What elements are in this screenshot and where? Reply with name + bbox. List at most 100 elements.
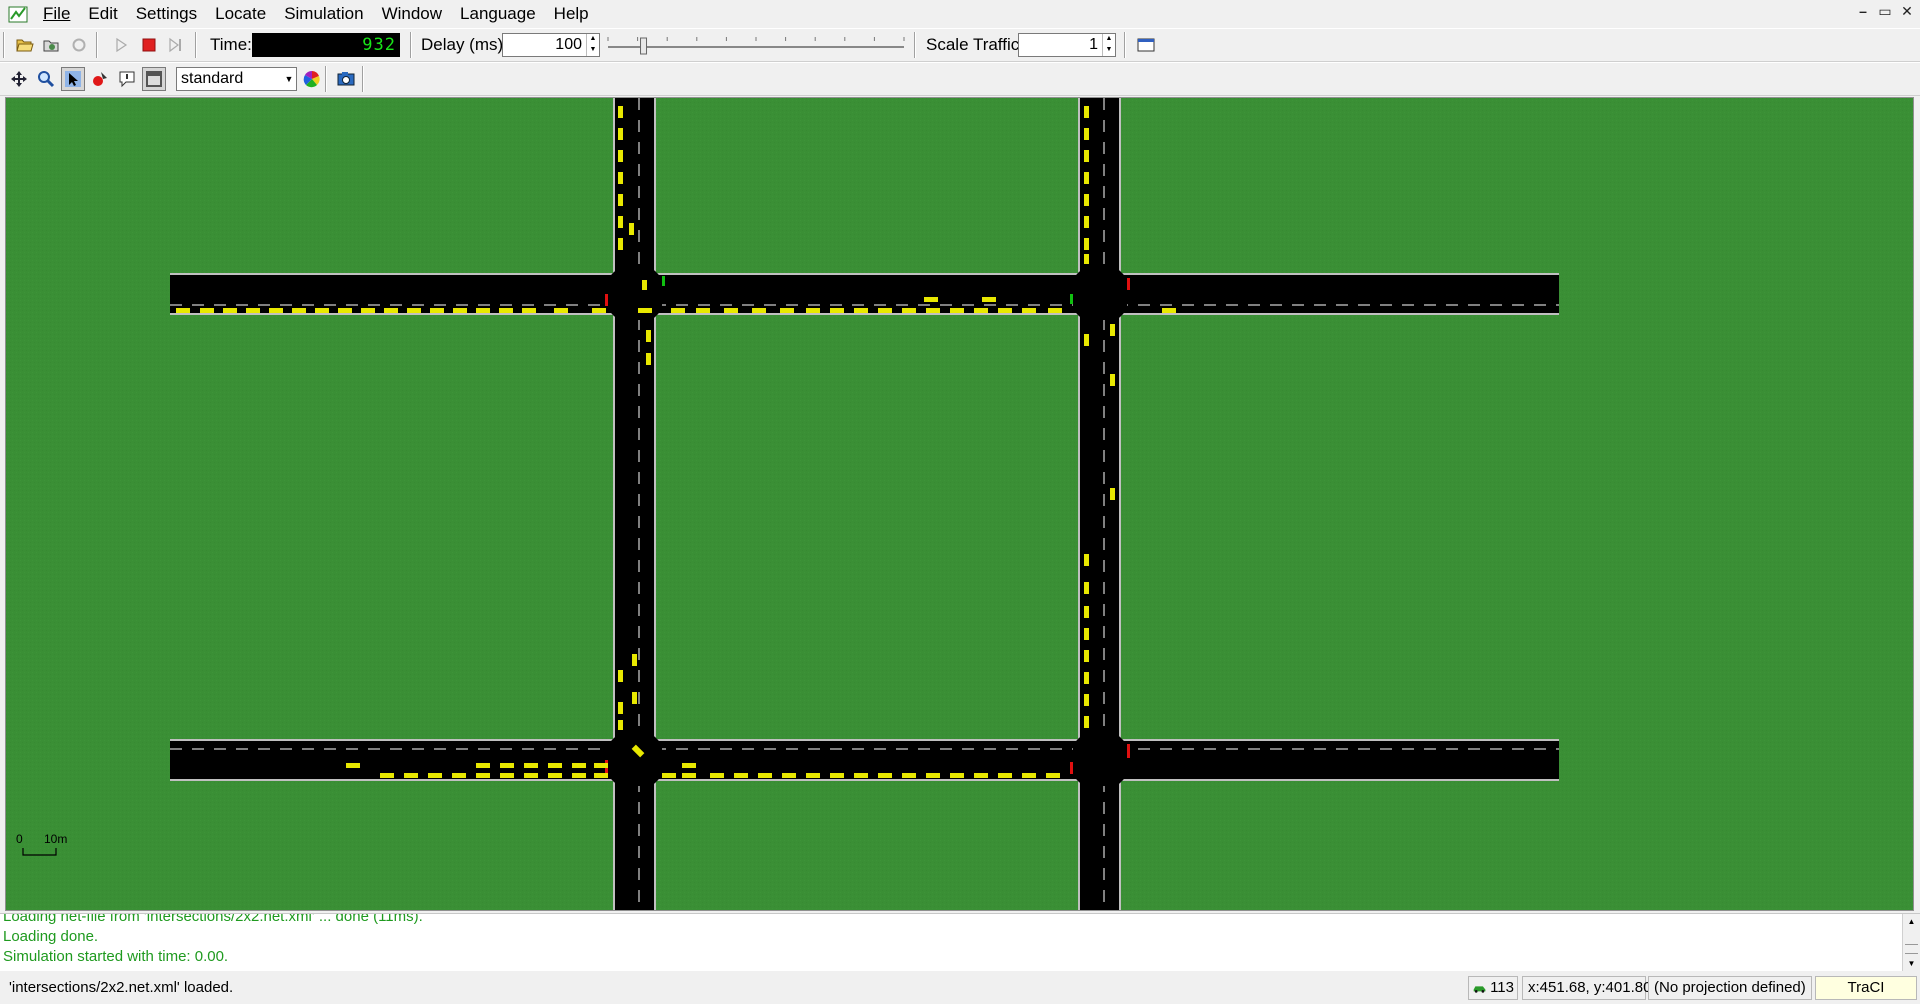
- vehicle[interactable]: [1084, 694, 1089, 706]
- zoom-button[interactable]: [34, 67, 58, 91]
- delay-up-icon[interactable]: ▲: [587, 34, 599, 45]
- log-scrollbar[interactable]: ▲ ▼: [1902, 914, 1920, 971]
- road-network-canvas[interactable]: 0 10m: [6, 98, 1913, 910]
- vehicle[interactable]: [924, 297, 938, 302]
- vehicle[interactable]: [1048, 308, 1062, 313]
- junction-top-left[interactable]: [605, 268, 665, 320]
- menu-language[interactable]: Language: [451, 0, 545, 28]
- vehicle[interactable]: [200, 308, 214, 313]
- vehicle[interactable]: [806, 308, 820, 313]
- vehicle[interactable]: [926, 308, 940, 313]
- vehicle[interactable]: [1084, 194, 1089, 206]
- vehicle[interactable]: [1084, 672, 1089, 684]
- vehicle[interactable]: [638, 308, 652, 313]
- vehicle[interactable]: [752, 308, 766, 313]
- vehicle[interactable]: [682, 773, 696, 778]
- new-view-button[interactable]: [1134, 33, 1158, 57]
- visualization-scheme-select[interactable]: standard ▼: [176, 67, 297, 91]
- show-grid-button[interactable]: [142, 67, 166, 91]
- junction-bottom-right[interactable]: [1070, 734, 1130, 786]
- vehicle[interactable]: [926, 773, 940, 778]
- step-button[interactable]: [164, 33, 188, 57]
- vehicle[interactable]: [572, 773, 586, 778]
- vehicle[interactable]: [998, 773, 1012, 778]
- scale-traffic-spinner[interactable]: 1 ▲ ▼: [1018, 33, 1116, 57]
- menu-window[interactable]: Window: [373, 0, 451, 28]
- vehicle[interactable]: [724, 308, 738, 313]
- vehicle[interactable]: [618, 172, 623, 184]
- vehicle[interactable]: [618, 238, 623, 250]
- vehicle[interactable]: [1084, 216, 1089, 228]
- vehicle[interactable]: [662, 773, 676, 778]
- vehicle[interactable]: [671, 308, 685, 313]
- vehicle[interactable]: [452, 773, 466, 778]
- vehicle[interactable]: [476, 773, 490, 778]
- run-button[interactable]: [109, 33, 133, 57]
- scrollbar-thumb[interactable]: [1905, 944, 1918, 954]
- simulation-view[interactable]: 0 10m: [5, 97, 1914, 911]
- vehicle[interactable]: [710, 773, 724, 778]
- junction-top-right[interactable]: [1070, 268, 1130, 320]
- vehicle[interactable]: [500, 763, 514, 768]
- scale-down-icon[interactable]: ▼: [1103, 45, 1115, 56]
- menu-edit[interactable]: Edit: [79, 0, 126, 28]
- vehicle[interactable]: [830, 773, 844, 778]
- vehicle[interactable]: [594, 773, 608, 778]
- vehicle[interactable]: [476, 308, 490, 313]
- vehicle[interactable]: [1084, 172, 1089, 184]
- vehicle[interactable]: [223, 308, 237, 313]
- vehicle[interactable]: [1084, 150, 1089, 162]
- vehicle[interactable]: [646, 330, 651, 342]
- edit-coloring-button[interactable]: [300, 67, 324, 91]
- vehicle[interactable]: [950, 308, 964, 313]
- vehicle[interactable]: [1084, 716, 1089, 728]
- open-network-button[interactable]: [40, 33, 64, 57]
- message-log[interactable]: Loading net-file from 'intersections/2x2…: [0, 913, 1920, 971]
- vehicle[interactable]: [428, 773, 442, 778]
- vehicle[interactable]: [618, 128, 623, 140]
- vehicle[interactable]: [806, 773, 820, 778]
- vehicle[interactable]: [430, 308, 444, 313]
- vehicle[interactable]: [782, 773, 796, 778]
- vehicle[interactable]: [629, 223, 634, 235]
- vehicle[interactable]: [632, 654, 637, 666]
- vehicle[interactable]: [902, 308, 916, 313]
- vehicle[interactable]: [1046, 773, 1060, 778]
- vehicle[interactable]: [1110, 488, 1115, 500]
- vehicle[interactable]: [522, 308, 536, 313]
- vehicle-count-panel[interactable]: 113: [1468, 976, 1518, 1000]
- menu-settings[interactable]: Settings: [127, 0, 206, 28]
- delay-spinner[interactable]: 100 ▲ ▼: [502, 33, 600, 57]
- vehicle[interactable]: [594, 763, 608, 768]
- vehicle[interactable]: [950, 773, 964, 778]
- menu-file[interactable]: File: [34, 0, 79, 28]
- vehicle[interactable]: [998, 308, 1012, 313]
- vehicle[interactable]: [548, 773, 562, 778]
- vehicle[interactable]: [380, 773, 394, 778]
- chevron-down-icon[interactable]: ▼: [282, 68, 296, 90]
- screenshot-button[interactable]: [334, 67, 358, 91]
- vehicle[interactable]: [618, 670, 623, 682]
- vehicle[interactable]: [878, 773, 892, 778]
- vehicle[interactable]: [618, 720, 623, 730]
- vehicle[interactable]: [1084, 650, 1089, 662]
- vehicle[interactable]: [1162, 308, 1176, 313]
- vehicle[interactable]: [854, 308, 868, 313]
- vehicle[interactable]: [618, 150, 623, 162]
- vehicle[interactable]: [592, 308, 606, 313]
- vehicle[interactable]: [696, 308, 710, 313]
- vehicle[interactable]: [982, 297, 996, 302]
- recenter-view-button[interactable]: [7, 67, 31, 91]
- locate-vehicle-button[interactable]: [88, 67, 112, 91]
- vehicle[interactable]: [554, 308, 568, 313]
- menu-simulation[interactable]: Simulation: [275, 0, 372, 28]
- vehicle[interactable]: [1084, 128, 1089, 140]
- junction-bottom-left[interactable]: [605, 734, 662, 786]
- vehicle[interactable]: [1084, 254, 1089, 264]
- vehicle[interactable]: [1110, 324, 1115, 336]
- vehicle[interactable]: [453, 308, 467, 313]
- scroll-up-icon[interactable]: ▲: [1903, 914, 1920, 930]
- close-button[interactable]: ✕: [1898, 2, 1916, 20]
- delay-down-icon[interactable]: ▼: [587, 45, 599, 56]
- minimize-button[interactable]: –: [1854, 2, 1872, 20]
